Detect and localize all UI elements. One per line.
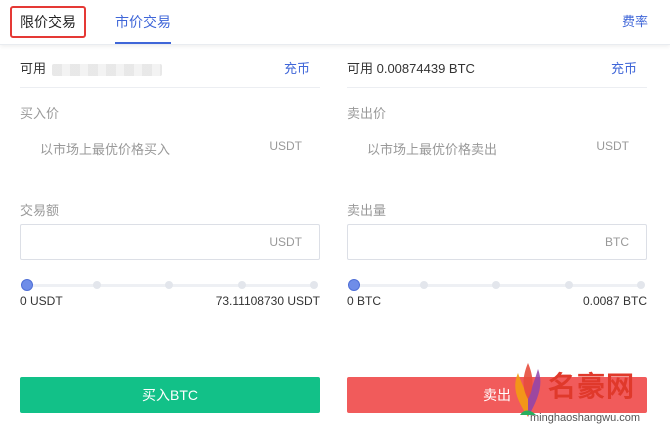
tab-limit-order[interactable]: 限价交易 xyxy=(10,0,86,44)
slider-step-dot[interactable] xyxy=(165,281,173,289)
slider-handle[interactable] xyxy=(21,279,33,291)
slider-step-dot[interactable] xyxy=(492,281,500,289)
sell-price-hint: 以市场上最优价格卖出 xyxy=(367,142,498,157)
divider xyxy=(20,87,320,88)
sell-price-label: 卖出价 xyxy=(347,106,387,121)
watermark-logo-icon xyxy=(515,363,541,417)
sell-amount-unit: BTC xyxy=(605,235,629,249)
sell-recharge-link[interactable]: 充币 xyxy=(611,58,637,77)
sell-range-max: 0.0087 BTC xyxy=(582,294,647,308)
buy-price-unit: USDT xyxy=(269,139,302,153)
buy-recharge-link[interactable]: 充币 xyxy=(284,58,310,77)
slider-handle[interactable] xyxy=(348,279,360,291)
buy-btc-button[interactable]: 买入BTC xyxy=(20,377,320,413)
buy-amount-input[interactable]: USDT xyxy=(20,224,320,260)
tab-market-label: 市价交易 xyxy=(115,14,171,30)
buy-available-label: 可用 xyxy=(20,61,47,76)
slider-step-dot[interactable] xyxy=(93,281,101,289)
trade-tabs: 限价交易 市价交易 费率 xyxy=(0,0,670,45)
buy-range-max: 73.11108730 USDT xyxy=(215,294,320,308)
buy-range-min: 0 USDT xyxy=(20,294,63,308)
slider-step-dot[interactable] xyxy=(310,281,318,289)
sell-available: 可用 0.00874439 BTC xyxy=(347,61,475,76)
slider-step-dot[interactable] xyxy=(238,281,246,289)
fee-rate-link[interactable]: 费率 xyxy=(622,0,648,44)
slider-step-dot[interactable] xyxy=(565,281,573,289)
buy-amount-label: 交易额 xyxy=(20,203,60,218)
blurred-balance xyxy=(52,63,163,76)
active-tab-underline xyxy=(115,42,171,44)
sell-range-min: 0 BTC xyxy=(347,294,382,308)
tab-market-order[interactable]: 市价交易 xyxy=(115,0,171,44)
sell-amount-label: 卖出量 xyxy=(347,203,387,218)
site-watermark: 名豪网 minghaoshangwu.com xyxy=(500,355,670,435)
slider-step-dot[interactable] xyxy=(420,281,428,289)
slider-step-dot[interactable] xyxy=(637,281,645,289)
tab-highlight-box xyxy=(10,6,86,38)
buy-amount-unit: USDT xyxy=(269,235,302,249)
sell-price-unit: USDT xyxy=(596,139,629,153)
buy-available: 可用 xyxy=(20,58,163,77)
watermark-text: 名豪网 xyxy=(548,371,636,402)
buy-price-label: 买入价 xyxy=(20,106,60,121)
divider xyxy=(347,87,647,88)
buy-price-hint: 以市场上最优价格买入 xyxy=(40,142,171,157)
watermark-url: minghaoshangwu.com xyxy=(530,412,641,424)
sell-amount-input[interactable]: BTC xyxy=(347,224,647,260)
